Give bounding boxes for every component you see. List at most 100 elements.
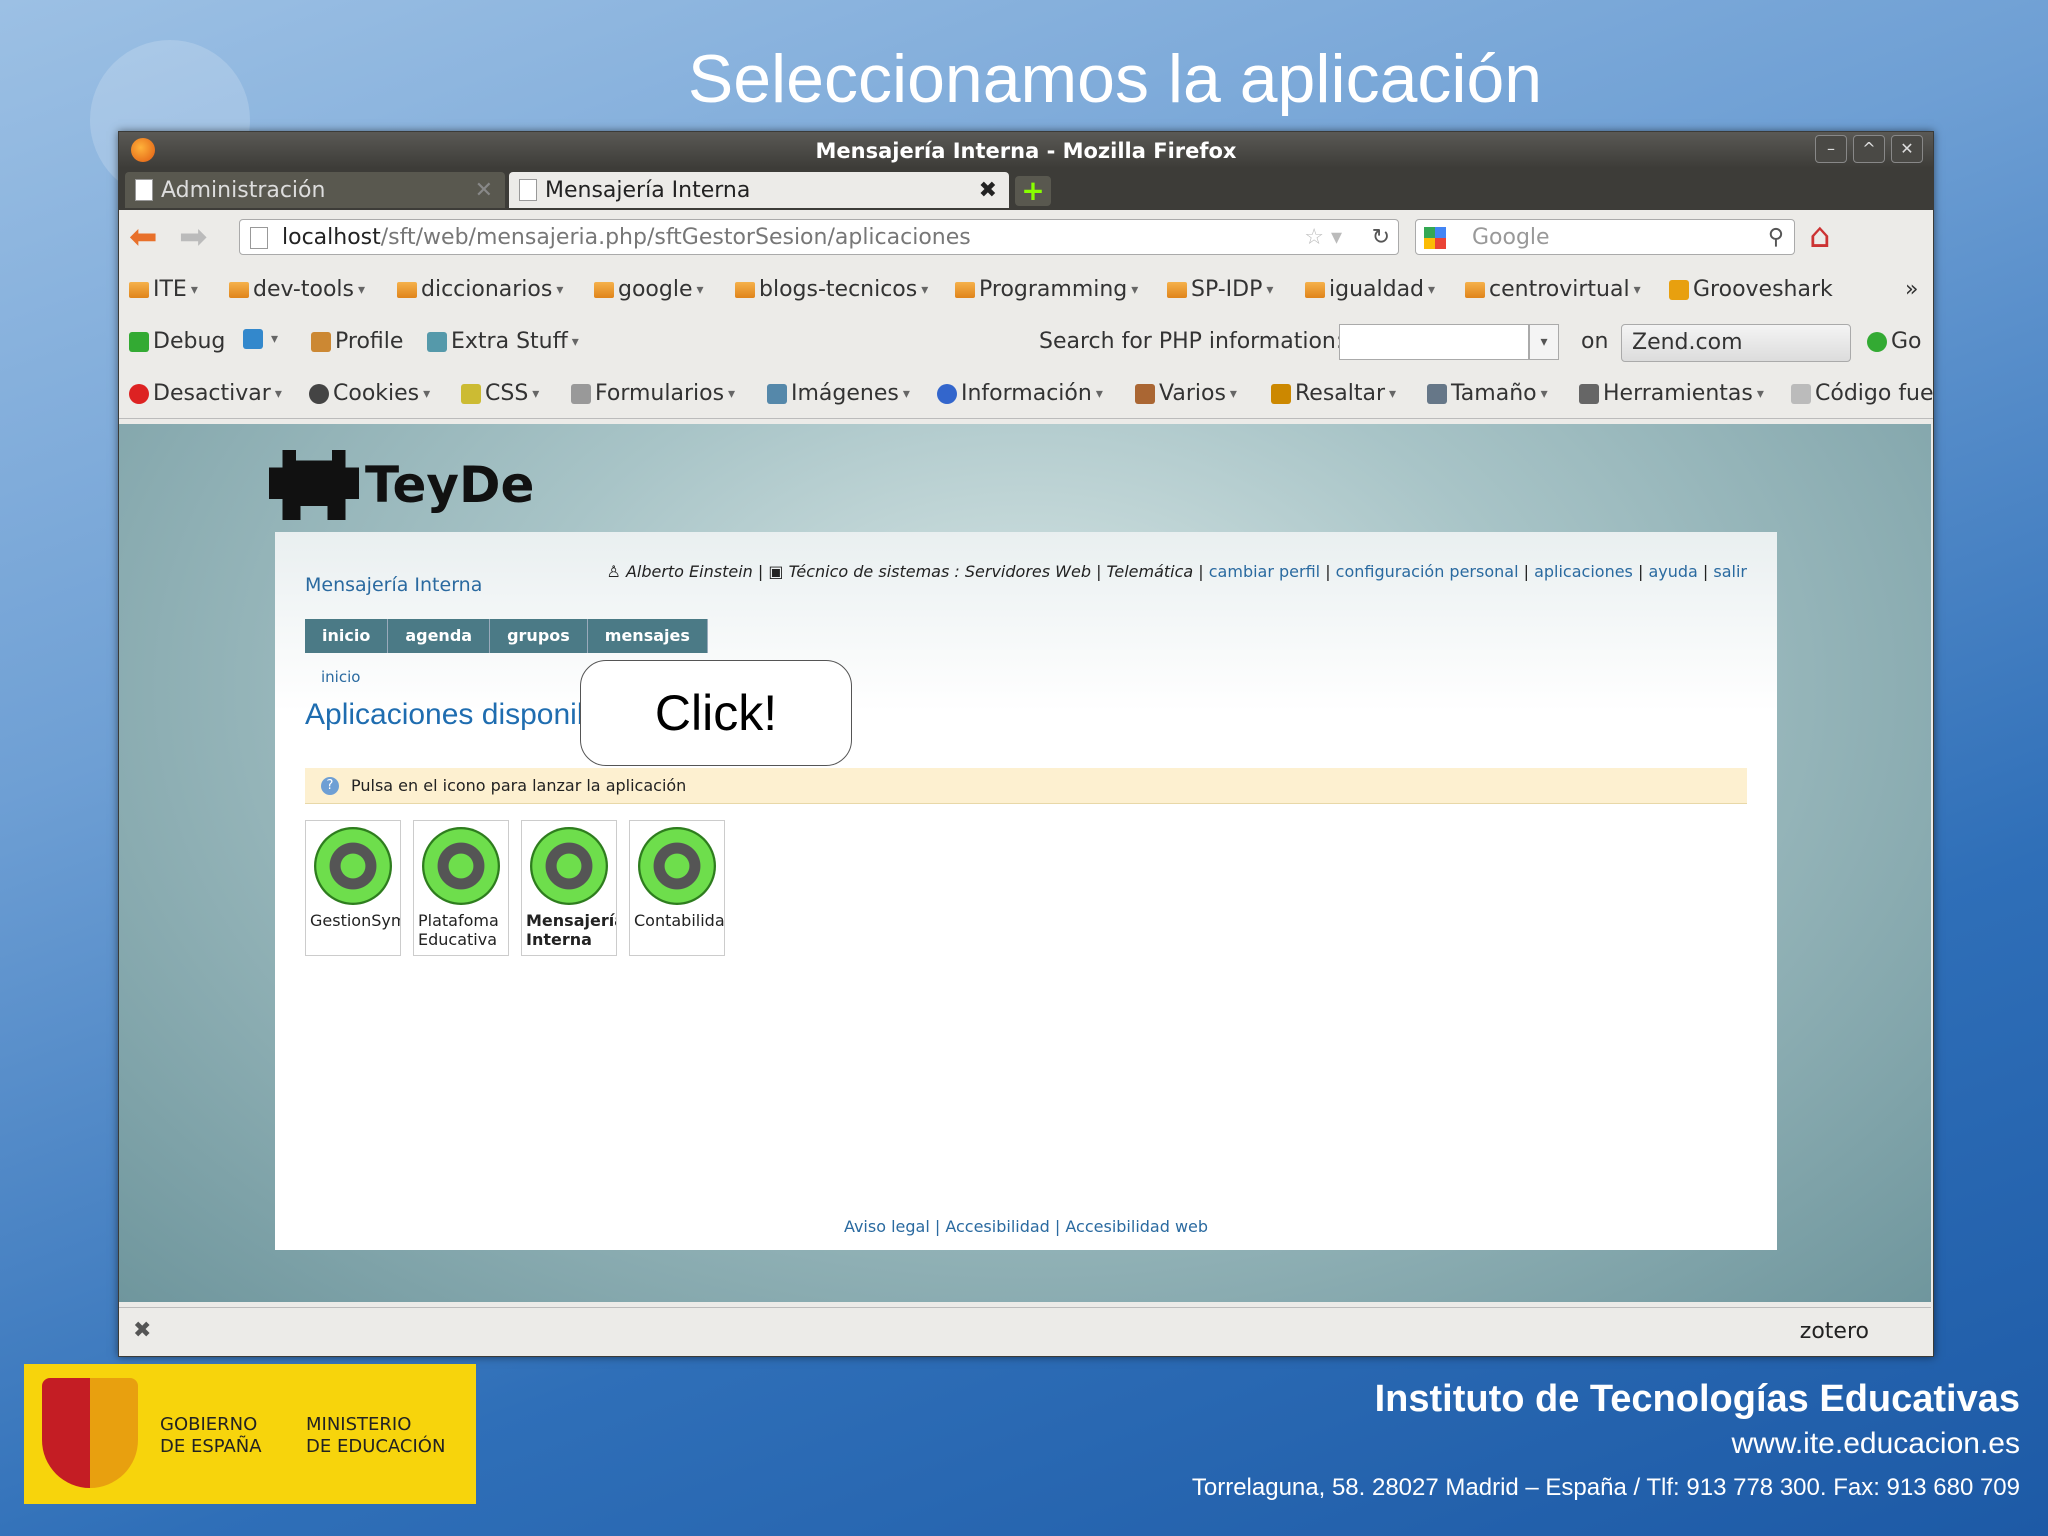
menu-mensajes[interactable]: mensajes [587,619,708,653]
app-label: Contabilidad [634,911,724,930]
web-developer-toolbar: Desactivar ▾ Cookies ▾ CSS ▾ Formularios ▾ I… [119,368,1934,419]
search-icon[interactable]: ⚲ [1768,220,1784,256]
link-aplicaciones[interactable]: aplicaciones [1534,562,1633,581]
gear-icon[interactable] [530,827,608,905]
bookmark-folder[interactable]: SP-IDP ▾ [1167,277,1273,302]
link-aviso-legal[interactable]: Aviso legal [844,1217,930,1236]
user-info: ♙ Alberto Einstein | ▣ Técnico de sistem… [606,562,1748,581]
bookmark-folder[interactable]: ITE ▾ [129,277,198,302]
new-tab-button[interactable]: + [1015,176,1051,206]
app-mensajeria-interna[interactable]: Mensajería Interna [521,820,617,956]
bookmark-folder[interactable]: centrovirtual ▾ [1465,277,1641,302]
institute-address: Torrelaguna, 58. 28027 Madrid – España /… [1191,1474,2020,1501]
bookmark-folder[interactable]: diccionarios ▾ [397,277,563,302]
menu-inicio[interactable]: inicio [305,619,389,653]
wd-desactivar[interactable]: Desactivar ▾ [129,381,282,406]
wd-formularios[interactable]: Formularios ▾ [571,381,735,406]
php-search-input[interactable] [1339,324,1529,360]
link-configuracion[interactable]: configuración personal [1336,562,1519,581]
slide-title: Seleccionamos la aplicación [687,41,1543,117]
on-label: on [1581,329,1609,354]
url-bar[interactable]: localhost/sft/web/mensajeria.php/sftGest… [239,219,1399,255]
tab-administracion[interactable]: Administración ✕ [125,172,505,208]
tab-label: Mensajería Interna [545,177,751,203]
close-icon[interactable]: ✖ [133,1318,151,1343]
folder-icon [397,281,417,298]
teyde-logo: TeyDe [269,450,534,520]
gear-icon[interactable] [422,827,500,905]
link-accesibilidad[interactable]: Accesibilidad [945,1217,1050,1236]
bookmark-label: dev-tools [253,277,354,302]
zotero-button[interactable]: zotero [1800,1319,1869,1344]
wd-label: Formularios [595,381,725,406]
app-plataforma-educativa[interactable]: Platafoma Educativa [413,820,509,956]
wd-varios[interactable]: Varios ▾ [1135,381,1237,406]
more-bookmarks-icon[interactable]: » [1905,277,1918,302]
link-ayuda[interactable]: ayuda [1648,562,1697,581]
app-gestionsymfony[interactable]: GestionSymfony [305,820,401,956]
wd-informacion[interactable]: Información ▾ [937,381,1103,406]
bookmark-folder[interactable]: igualdad ▾ [1305,277,1435,302]
cookies-icon [309,383,329,404]
wd-css[interactable]: CSS ▾ [461,381,539,406]
menu-grupos[interactable]: grupos [490,619,588,653]
debug-button[interactable]: Debug [129,329,225,354]
bookmark-link[interactable]: Grooveshark [1669,277,1833,302]
bookmark-folder[interactable]: dev-tools ▾ [229,277,365,302]
wd-tamano[interactable]: Tamaño ▾ [1427,381,1548,406]
wd-label: Código fue [1815,381,1934,406]
tab-mensajeria[interactable]: Mensajería Interna ✖ [509,172,1009,208]
gear-icon[interactable] [638,827,716,905]
php-search-dropdown[interactable]: ▾ [1529,324,1559,360]
wd-label: Herramientas [1603,381,1753,406]
status-bar: ✖ zotero [119,1307,1931,1356]
bookmark-label: Programming [979,277,1128,302]
gear-icon[interactable] [314,827,392,905]
wd-label: Varios [1159,381,1226,406]
profile-button[interactable]: Profile [311,329,403,354]
back-arrow-icon[interactable]: ⬅ [129,220,158,254]
notice-text: Pulsa en el icono para lanzar la aplicac… [351,776,687,795]
minimize-button[interactable]: – [1815,135,1847,163]
close-window-button[interactable]: ✕ [1891,135,1923,163]
bookmark-folder[interactable]: blogs-tecnicos ▾ [735,277,928,302]
user-name: Alberto Einstein [625,562,753,581]
go-button[interactable]: Go [1867,329,1922,354]
navigation-bar: ⬅ ➡ localhost/sft/web/mensajeria.php/sft… [119,210,1933,264]
home-icon[interactable]: ⌂ [1809,216,1831,256]
extra-stuff-button[interactable]: Extra Stuff ▾ [427,329,579,354]
browser-window: Mensajería Interna - Mozilla Firefox – ^… [118,131,1934,1357]
bookmark-label: google [618,277,693,302]
close-tab-icon[interactable]: ✕ [475,178,493,203]
app-contabilidad[interactable]: Contabilidad [629,820,725,956]
menu-agenda[interactable]: agenda [388,619,491,653]
google-icon [1424,227,1446,249]
wd-imagenes[interactable]: Imágenes ▾ [767,381,910,406]
wd-codigo-fuente[interactable]: Código fue [1791,381,1934,406]
folder-icon [955,281,975,298]
bookmark-star-icon[interactable]: ☆ ▾ [1304,220,1342,256]
link-salir[interactable]: salir [1713,562,1747,581]
image-icon [767,383,787,404]
search-box[interactable]: Google ⚲ [1415,219,1795,255]
calendar-icon [427,331,447,352]
wd-cookies[interactable]: Cookies ▾ [309,381,430,406]
close-tab-icon[interactable]: ✖ [979,178,997,203]
tab-bar: Administración ✕ Mensajería Interna ✖ + [119,168,1933,210]
bookmark-folder[interactable]: google ▾ [594,277,704,302]
government-logo: GOBIERNO DE ESPAÑA MINISTERIO DE EDUCACIÓN [24,1364,476,1504]
app-title: Mensajería Interna [305,574,483,596]
breadcrumb[interactable]: inicio [321,668,360,686]
link-accesibilidad-web[interactable]: Accesibilidad web [1065,1217,1208,1236]
site-select[interactable]: Zend.com [1621,324,1851,362]
link-cambiar-perfil[interactable]: cambiar perfil [1209,562,1320,581]
wd-herramientas[interactable]: Herramientas ▾ [1579,381,1764,406]
bookmark-folder[interactable]: Programming ▾ [955,277,1138,302]
forward-arrow-icon[interactable]: ➡ [179,220,208,254]
wd-resaltar[interactable]: Resaltar ▾ [1271,381,1396,406]
maximize-button[interactable]: ^ [1853,135,1885,163]
form-icon [571,383,591,404]
logo-text: TeyDe [365,456,535,514]
debug-options-button[interactable]: ▾ [243,329,278,349]
reload-icon[interactable]: ↻ [1372,220,1390,256]
